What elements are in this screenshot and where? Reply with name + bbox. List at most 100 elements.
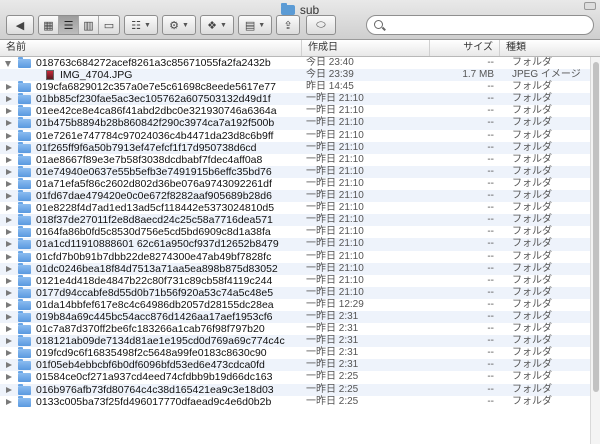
row-name: 01dc0246bea18f84d7513a71aa5ea898b875d830… xyxy=(36,262,278,275)
coverflow-icon: ▭ xyxy=(103,19,115,32)
disclosure-closed-icon[interactable] xyxy=(6,180,12,187)
folder-icon xyxy=(18,117,31,129)
folder-row[interactable]: 019fcd9c6f16835498f2c5648a99fe0183c8630c… xyxy=(0,347,590,359)
disclosure-closed-icon[interactable] xyxy=(6,265,12,272)
disclosure-closed-icon[interactable] xyxy=(6,241,12,248)
row-date: 一昨日 2:25 xyxy=(306,371,359,383)
folder-row[interactable]: 01fd67dae479420e0c0e672f8282aaf905689b28… xyxy=(0,190,590,203)
folder-row[interactable]: 01ae8667f89e3e7b58f3038dcdbabf7fdec4aff0… xyxy=(0,153,590,166)
disclosure-open-icon[interactable] xyxy=(5,61,11,67)
dropbox-button[interactable]: ❖ ▼ xyxy=(200,15,234,35)
folder-row[interactable]: 01da14bbfef617e8c4c64986db2057d28155dc28… xyxy=(0,298,590,311)
folder-row[interactable]: 01bb85cf230fae5ac3ec105762a607503132d49d… xyxy=(0,93,590,106)
disclosure-closed-icon[interactable] xyxy=(6,374,12,381)
disclosure-closed-icon[interactable] xyxy=(6,217,12,224)
disclosure-closed-icon[interactable] xyxy=(6,277,12,284)
disclosure-closed-icon[interactable] xyxy=(6,84,12,91)
scrollbar-thumb[interactable] xyxy=(593,62,599,392)
folder-row[interactable]: 01b475b8894b28b860842f290c3974ca7a192f50… xyxy=(0,117,590,130)
row-size: -- xyxy=(487,347,494,359)
column-view-button[interactable]: ▥ xyxy=(79,16,99,34)
disclosure-closed-icon[interactable] xyxy=(6,156,12,163)
folder-row[interactable]: 019cfa6829012c357a0e7e5c61698c8eede5617e… xyxy=(0,81,590,93)
list-view-button[interactable]: ☰ xyxy=(59,16,79,34)
folder-row[interactable]: 01e8228f4d7ad1ed13ad5cf118442e5373024810… xyxy=(0,202,590,214)
disclosure-closed-icon[interactable] xyxy=(6,362,12,369)
disclosure-closed-icon[interactable] xyxy=(6,338,12,345)
disclosure-closed-icon[interactable] xyxy=(6,253,12,260)
toolbar-toggle-button[interactable] xyxy=(584,2,596,10)
row-name: 019b84a69c445bc54acc876d1426aa17aef1953c… xyxy=(36,310,273,323)
disclosure-closed-icon[interactable] xyxy=(6,326,12,333)
folder-row[interactable]: 01cfd7b0b91b7dbb22de8274300e47ab49bf7828… xyxy=(0,250,590,263)
share-button[interactable]: ⇪ xyxy=(276,15,300,35)
folder-row[interactable]: 01c7a87d370ff2be6fc183266a1cab76f98f797b… xyxy=(0,323,590,335)
search-input[interactable] xyxy=(387,18,587,32)
folder-row[interactable]: 018121ab09de7134d81ae1e195cd0d769a69c774… xyxy=(0,335,590,348)
row-kind: フォルダ xyxy=(512,214,552,226)
back-forward-button[interactable]: ◀ xyxy=(6,15,34,35)
disclosure-closed-icon[interactable] xyxy=(6,350,12,357)
column-header-size[interactable]: サイズ xyxy=(430,40,500,56)
folder-row[interactable]: 016b976afb73fd80764c4c38d165421ea9c3e18d… xyxy=(0,383,590,396)
row-size: -- xyxy=(487,238,494,250)
folder-row[interactable]: 01a71efa5f86c2602d802d36be076a9743092261… xyxy=(0,177,590,190)
folder-icon xyxy=(18,286,31,298)
disclosure-closed-icon[interactable] xyxy=(6,386,12,393)
row-name: 01ae8667f89e3e7b58f3038dcdbabf7fdec4aff0… xyxy=(36,153,263,166)
disclosure-closed-icon[interactable] xyxy=(6,108,12,115)
row-kind: フォルダ xyxy=(512,202,552,214)
vertical-scrollbar[interactable] xyxy=(590,57,600,444)
folder-row[interactable]: 01f05eb4ebbcbf6b0df6096bfd53ed6e473cdca0… xyxy=(0,359,590,372)
disclosure-closed-icon[interactable] xyxy=(6,132,12,139)
coverflow-view-button[interactable]: ▭ xyxy=(99,16,119,34)
folder-row[interactable]: 019b84a69c445bc54acc876d1426aa17aef1953c… xyxy=(0,310,590,324)
row-size: -- xyxy=(487,81,494,93)
file-row[interactable]: IMG_4704.JPG 今日 23:39 1.7 MB JPEG イメージ xyxy=(0,69,590,82)
row-size: -- xyxy=(487,202,494,214)
disclosure-closed-icon[interactable] xyxy=(6,193,12,200)
search-field[interactable] xyxy=(366,15,594,35)
tag-icon: ⬭ xyxy=(316,18,326,31)
folder-row[interactable]: 0121e4d418de4847b22c80f731c89cb58f4119c2… xyxy=(0,274,590,287)
disclosure-closed-icon[interactable] xyxy=(6,144,12,151)
disclosure-closed-icon[interactable] xyxy=(6,168,12,175)
row-name: 01bb85cf230fae5ac3ec105762a607503132d49d… xyxy=(36,93,271,106)
icon-view-button[interactable]: ▦ xyxy=(39,16,59,34)
disclosure-closed-icon[interactable] xyxy=(6,289,12,296)
folder-row[interactable]: 018763c684272acef8261a3c85671055fa2fa243… xyxy=(0,57,590,69)
disclosure-closed-icon[interactable] xyxy=(6,96,12,103)
row-name: 01e7261e747784c97024036c4b4471da23d8c6b9… xyxy=(36,129,274,142)
disclosure-closed-icon[interactable] xyxy=(6,313,12,320)
disclosure-closed-icon[interactable] xyxy=(6,301,12,308)
disclosure-closed-icon[interactable] xyxy=(6,229,12,236)
row-date: 一昨日 21:10 xyxy=(306,105,364,117)
folder-row[interactable]: 0164fa86b0fd5c8530d756e5cd5bd6909c8d1a38… xyxy=(0,226,590,238)
folder-row[interactable]: 01e74940e0637e55b5efb3e7491915b6effc35bd… xyxy=(0,165,590,178)
arrange-button[interactable]: ☷ ▼ xyxy=(124,15,158,35)
disclosure-closed-icon[interactable] xyxy=(6,205,12,212)
folder-row[interactable]: 01dc0246bea18f84d7513a71aa5ea898b875d830… xyxy=(0,262,590,275)
folder-row[interactable]: 01f265ff9f6a50b7913ef47efcf1f17d950738d6… xyxy=(0,141,590,154)
row-name: 018121ab09de7134d81ae1e195cd0d769a69c774… xyxy=(36,335,285,348)
folder-row[interactable]: 018f37de27011f2e8d8aecd24c25c58a7716dea5… xyxy=(0,214,590,227)
column-header-name[interactable]: 名前 xyxy=(0,40,302,56)
row-kind: フォルダ xyxy=(512,310,552,322)
row-size: -- xyxy=(487,359,494,371)
row-name: 01b475b8894b28b860842f290c3974ca7a192f50… xyxy=(36,117,275,130)
folder-row[interactable]: 01a1cd11910888601 62c61a950cf937d12652b8… xyxy=(0,238,590,251)
action-button[interactable]: ⚙ ▼ xyxy=(162,15,196,35)
folder-row[interactable]: 01ee42ce8e4ca86f41abd2dbc0e321930746a636… xyxy=(0,105,590,117)
quicklook-button[interactable]: ▤ ▼ xyxy=(238,15,272,35)
folder-row[interactable]: 0177d94ccabfe8d55d0b71b56f920a53c74a5c48… xyxy=(0,286,590,299)
column-header-kind[interactable]: 種類 xyxy=(500,40,590,56)
column-header-date[interactable]: 作成日 xyxy=(302,40,430,56)
folder-row[interactable]: 0133c005ba73f25fd496017770dfaead9c4e6d0b… xyxy=(0,395,590,408)
folder-row[interactable]: 01e7261e747784c97024036c4b4471da23d8c6b9… xyxy=(0,129,590,142)
disclosure-closed-icon[interactable] xyxy=(6,398,12,405)
folder-row[interactable]: 01584ce0cf271a937cd4eed74cfdbb9b19d66dc1… xyxy=(0,371,590,383)
disclosure-closed-icon[interactable] xyxy=(6,120,12,127)
row-size: -- xyxy=(487,153,494,165)
tag-button[interactable]: ⬭ xyxy=(306,15,336,35)
row-kind: JPEG イメージ xyxy=(512,69,581,81)
